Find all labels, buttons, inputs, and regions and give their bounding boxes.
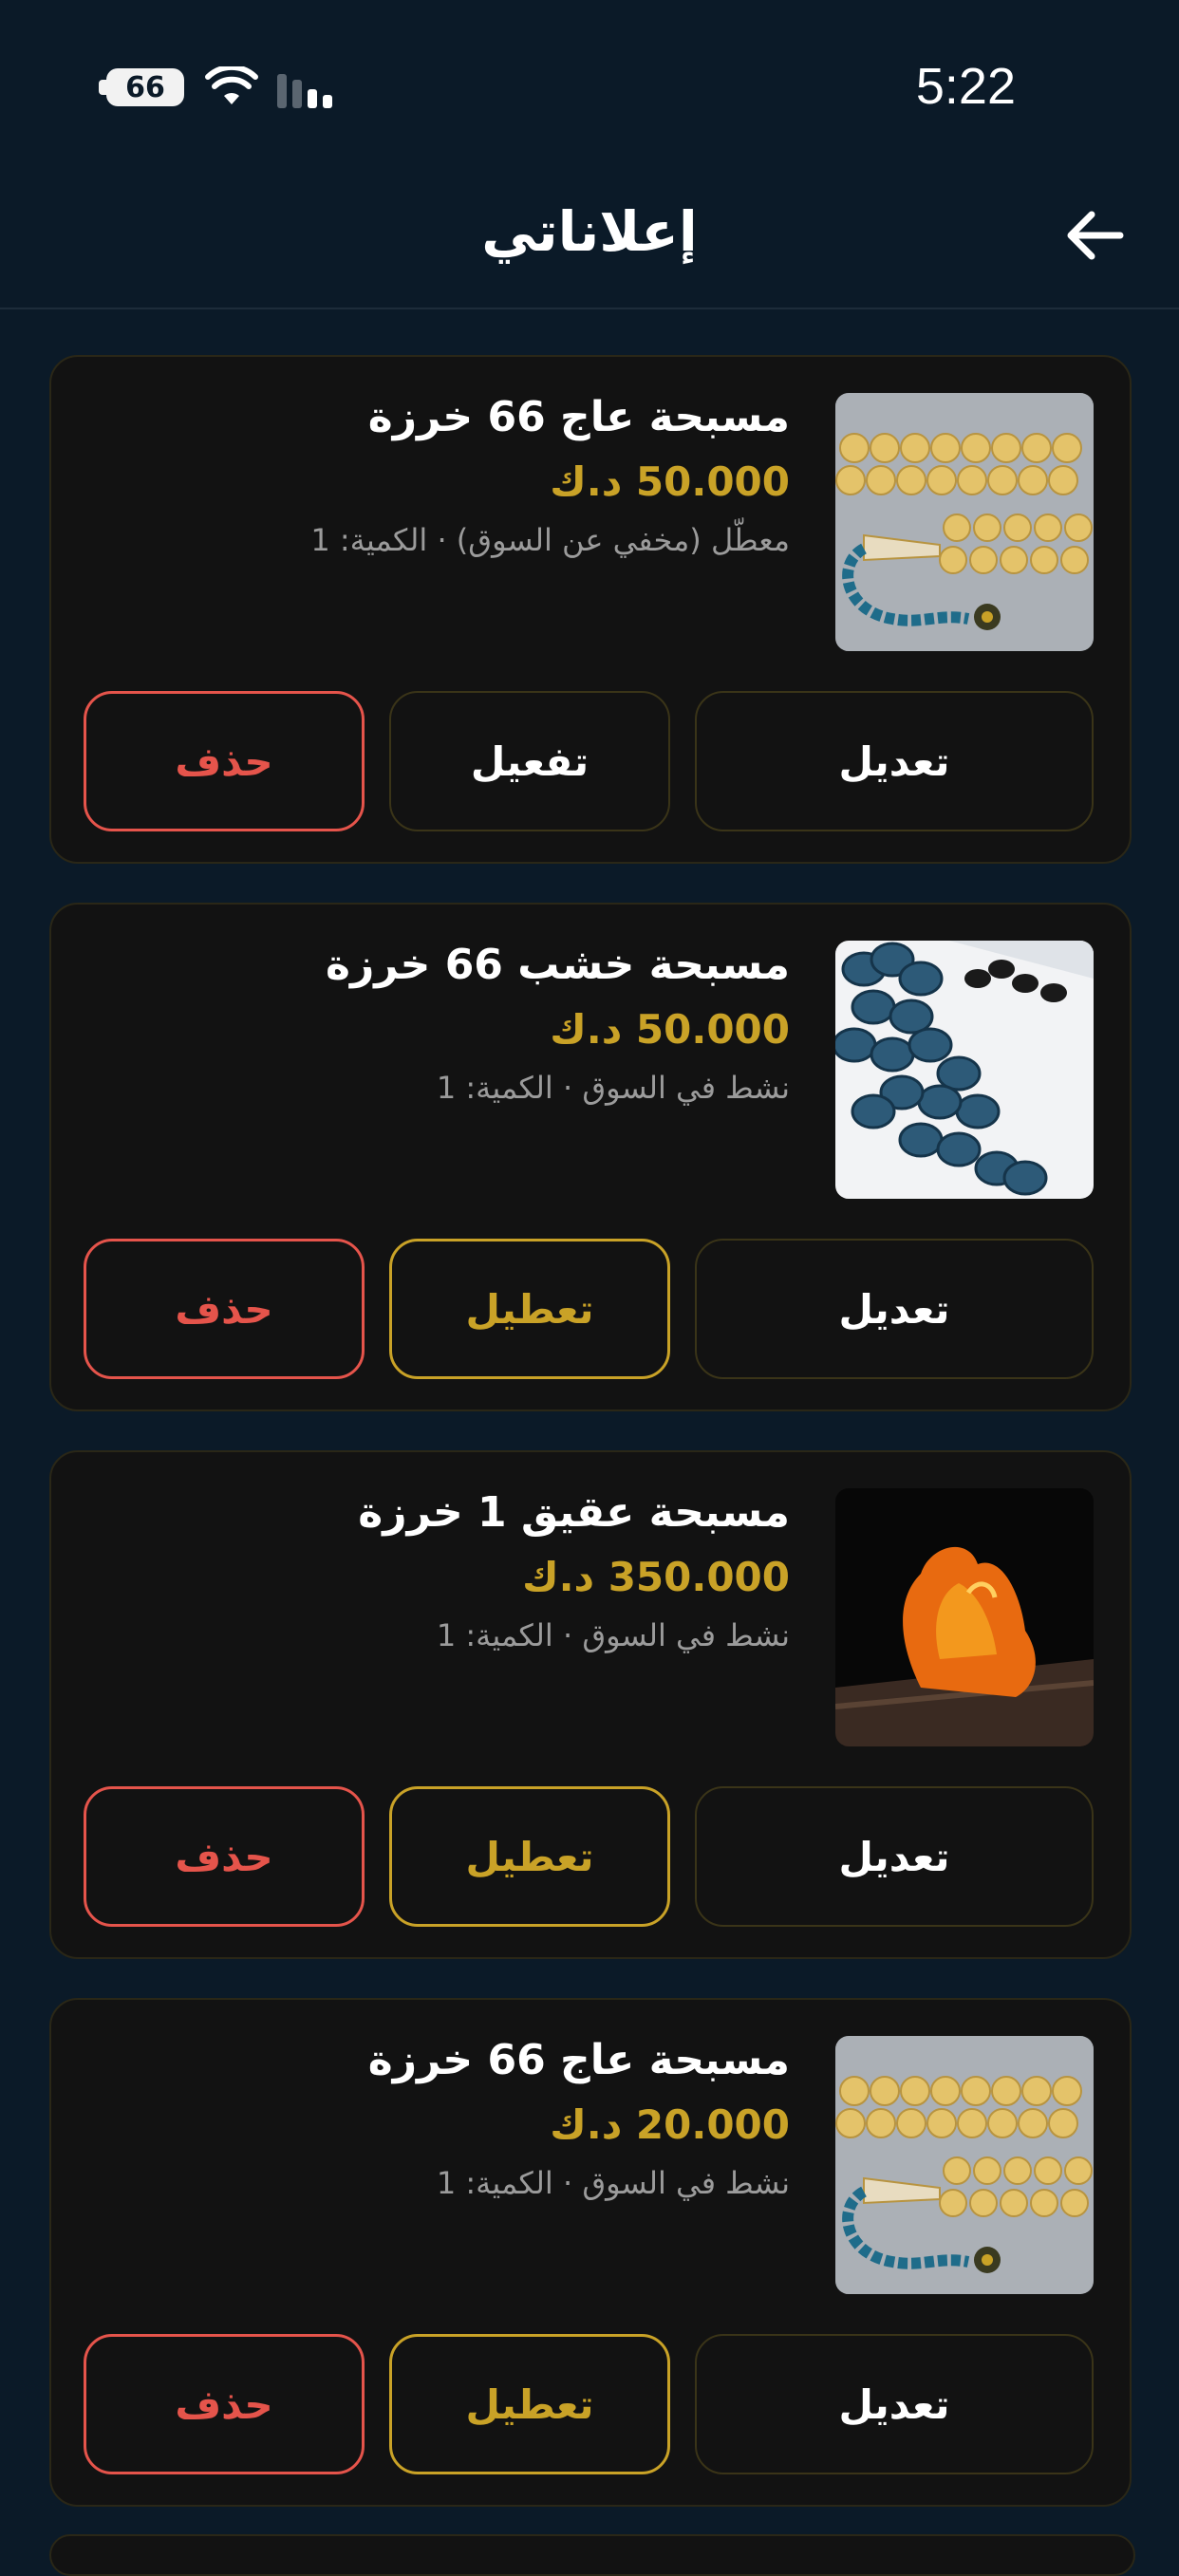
listing-image[interactable]: [835, 941, 1094, 1199]
delete-button[interactable]: حذف: [84, 1786, 365, 1927]
listing-price: 50.000 د.ك: [550, 458, 790, 505]
ivory-beads-image: [835, 2036, 1094, 2294]
cellular-signal-icon: [277, 74, 332, 108]
listings-list: مسبحة عاج 66 خرزة 50.000 د.ك معطّل (مخفي…: [49, 355, 1132, 2546]
app-header: إعلاناتي: [0, 161, 1179, 309]
back-arrow-icon[interactable]: [1061, 207, 1128, 264]
listing-title: مسبحة عاج 66 خرزة: [367, 393, 790, 441]
listing-info: مسبحة خشب 66 خرزة 50.000 د.ك نشط في السو…: [87, 937, 790, 1110]
delete-button[interactable]: حذف: [84, 2334, 365, 2474]
activate-button[interactable]: تفعيل: [389, 691, 670, 831]
listing-status: معطّل (مخفي عن السوق) · الكمية: 1: [310, 522, 790, 558]
deactivate-button[interactable]: تعطيل: [389, 2334, 670, 2474]
listing-info: مسبحة عاج 66 خرزة 20.000 د.ك نشط في السو…: [87, 2032, 790, 2205]
ivory-beads-image: [835, 393, 1094, 651]
listing-image[interactable]: [835, 2036, 1094, 2294]
listing-price: 350.000 د.ك: [522, 1554, 790, 1600]
delete-button[interactable]: حذف: [84, 691, 365, 831]
status-time: 5:22: [915, 58, 1016, 115]
wifi-icon: [205, 66, 258, 104]
listing-status: نشط في السوق · الكمية: 1: [436, 2165, 790, 2201]
status-bar: 66 5:22: [0, 0, 1179, 161]
listing-info: مسبحة عاج 66 خرزة 50.000 د.ك معطّل (مخفي…: [87, 389, 790, 562]
edit-button[interactable]: تعديل: [695, 1239, 1094, 1379]
listing-card[interactable]: مسبحة عاج 66 خرزة 20.000 د.ك نشط في السو…: [49, 1998, 1132, 2507]
listing-title: مسبحة عاج 66 خرزة: [367, 2036, 790, 2084]
listing-card-partial: [49, 2534, 1135, 2576]
wood-beads-image: [835, 941, 1094, 1199]
edit-button[interactable]: تعديل: [695, 2334, 1094, 2474]
battery-cap: [99, 80, 106, 95]
listing-card[interactable]: مسبحة عاج 66 خرزة 50.000 د.ك معطّل (مخفي…: [49, 355, 1132, 864]
listing-status: نشط في السوق · الكمية: 1: [436, 1617, 790, 1653]
listing-price: 20.000 د.ك: [550, 2101, 790, 2148]
deactivate-button[interactable]: تعطيل: [389, 1239, 670, 1379]
listing-image[interactable]: [835, 1488, 1094, 1746]
listing-card[interactable]: مسبحة خشب 66 خرزة 50.000 د.ك نشط في السو…: [49, 903, 1132, 1411]
deactivate-button[interactable]: تعطيل: [389, 1786, 670, 1927]
listing-title: مسبحة خشب 66 خرزة: [325, 941, 790, 989]
edit-button[interactable]: تعديل: [695, 691, 1094, 831]
listing-title: مسبحة عقيق 1 خرزة: [358, 1488, 790, 1537]
battery-icon: 66: [106, 68, 184, 106]
battery-level: 66: [125, 70, 165, 104]
page-title: إعلاناتي: [481, 199, 698, 264]
listing-image[interactable]: [835, 393, 1094, 651]
amber-stone-image: [835, 1488, 1094, 1746]
delete-button[interactable]: حذف: [84, 1239, 365, 1379]
edit-button[interactable]: تعديل: [695, 1786, 1094, 1927]
listing-info: مسبحة عقيق 1 خرزة 350.000 د.ك نشط في الس…: [87, 1484, 790, 1657]
listing-card[interactable]: مسبحة عقيق 1 خرزة 350.000 د.ك نشط في الس…: [49, 1450, 1132, 1959]
listing-status: نشط في السوق · الكمية: 1: [436, 1070, 790, 1106]
listing-price: 50.000 د.ك: [550, 1006, 790, 1053]
